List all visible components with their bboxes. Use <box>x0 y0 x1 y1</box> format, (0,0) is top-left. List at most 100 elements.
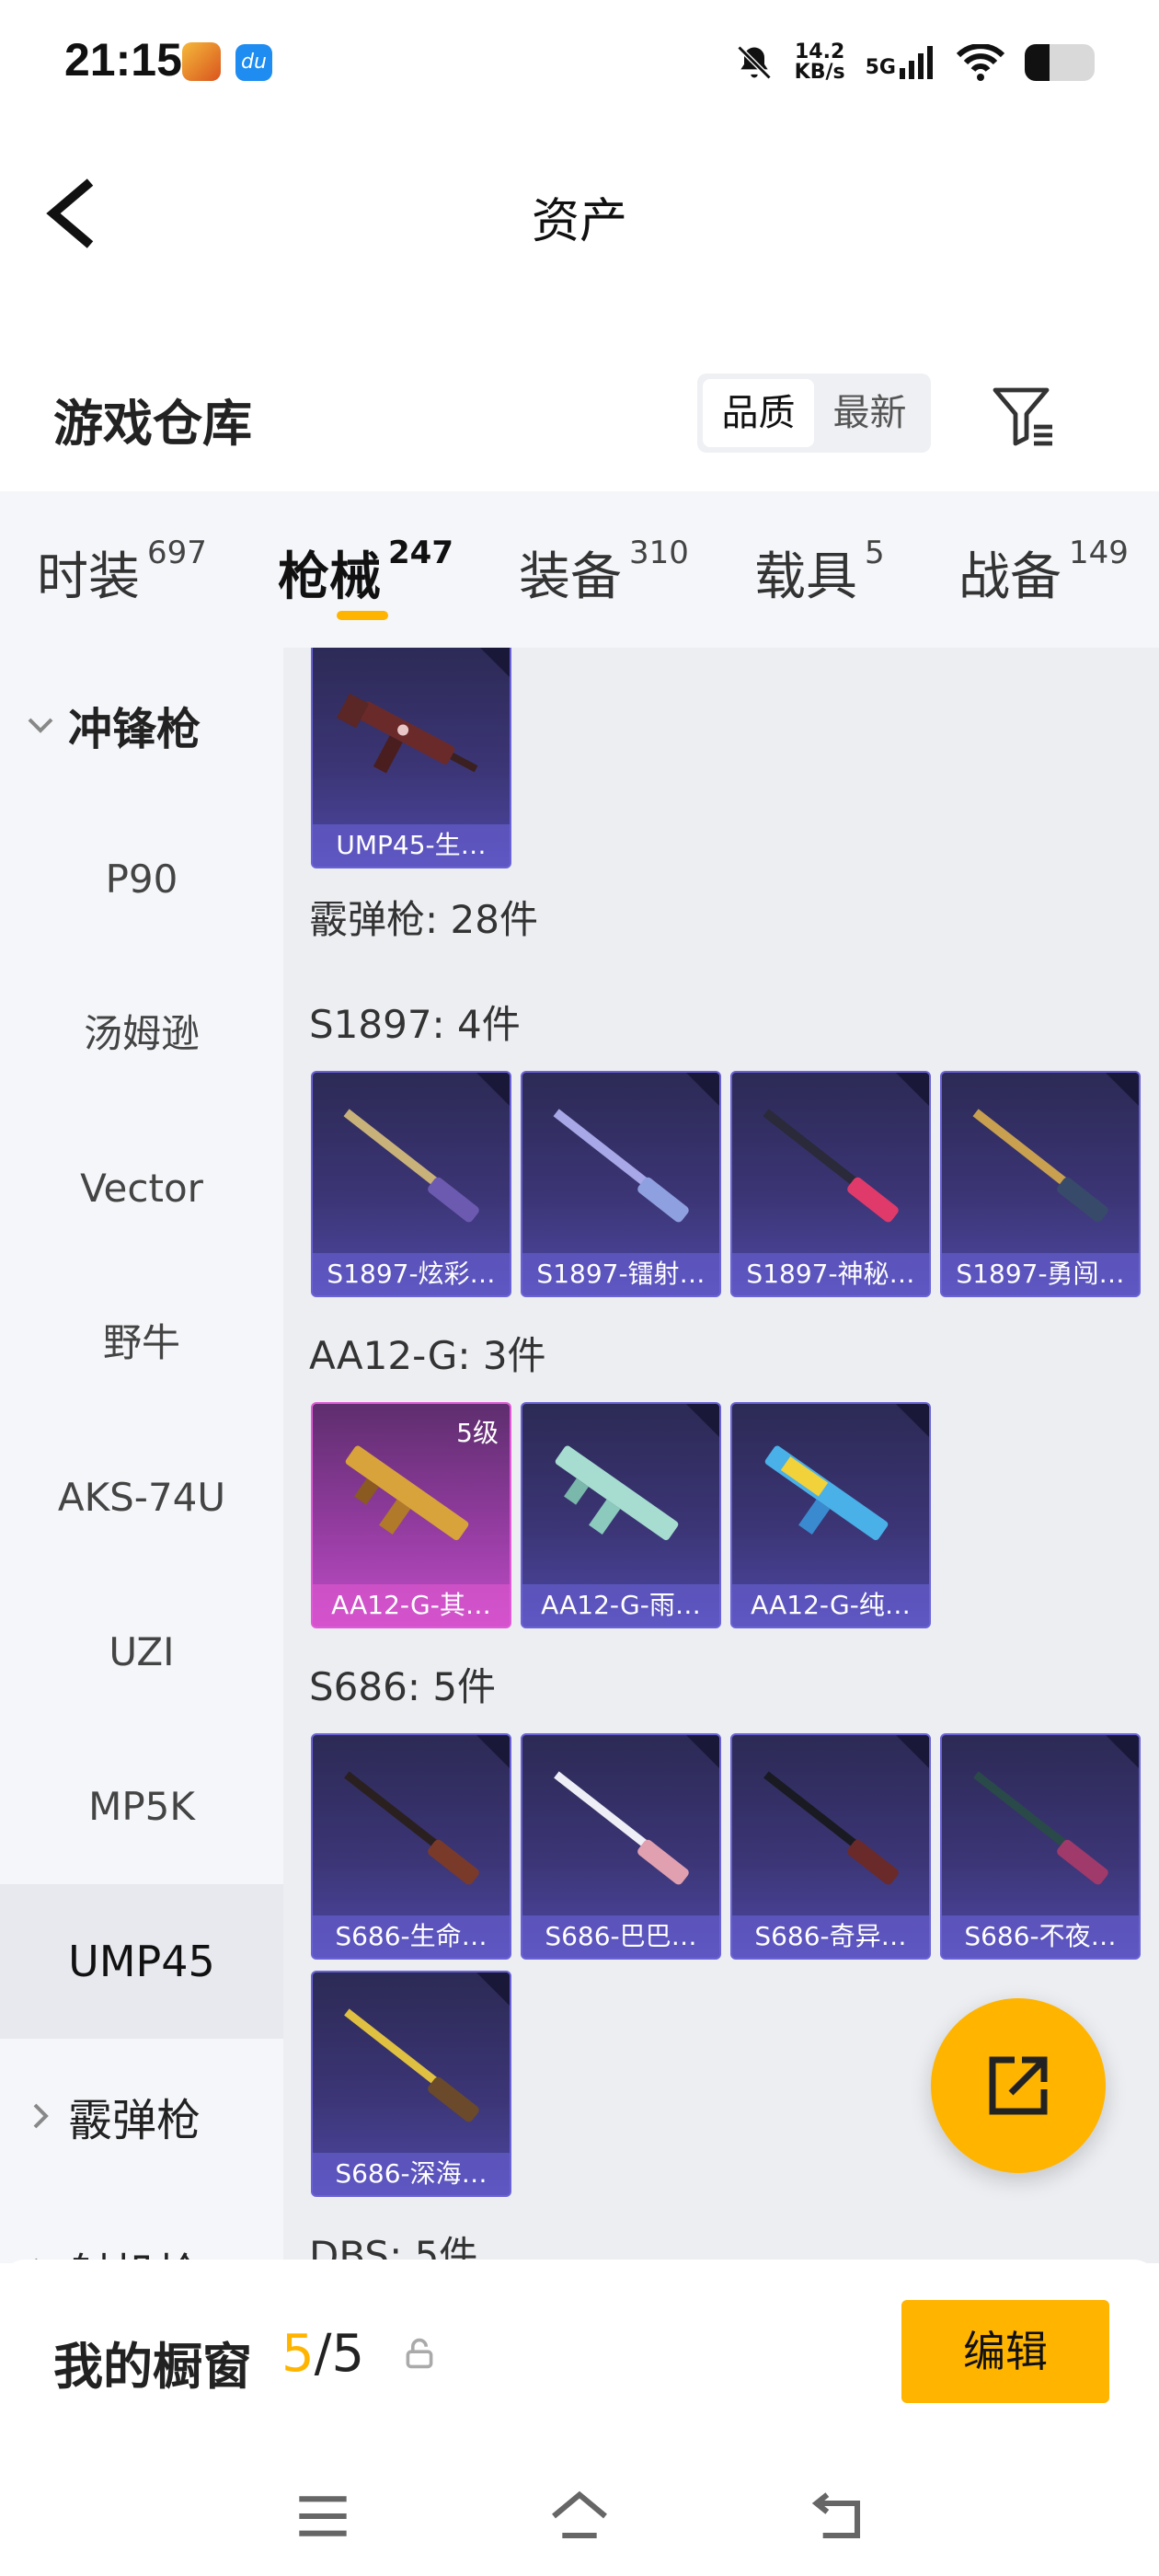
weapon-sidebar: 冲锋枪 P90 汤姆逊 Vector 野牛 AKS-74U UZI MP5K U… <box>0 648 283 2263</box>
wifi-icon <box>957 44 1004 81</box>
shotgun-skin-icon <box>972 1109 1108 1223</box>
section-label-s686: S686: 5件 <box>309 1664 497 1709</box>
showcase-total: /5 <box>314 2324 365 2384</box>
sidebar-item-thompson[interactable]: 汤姆逊 <box>0 957 283 1111</box>
sidebar-group-shotgun[interactable]: 霰弹枪 <box>0 2039 283 2193</box>
skin-card[interactable]: S1897-神秘… <box>730 1071 931 1297</box>
rifle-skin-icon <box>555 1445 679 1541</box>
skin-card[interactable]: S686-深海… <box>311 1971 511 2197</box>
sidebar-group-label: 霰弹枪 <box>68 2095 201 2146</box>
skin-name: AA12-G-纯… <box>732 1584 929 1627</box>
active-tab-indicator <box>337 611 388 620</box>
skin-card[interactable]: S686-巴巴… <box>521 1733 721 1960</box>
share-button[interactable] <box>931 1998 1106 2173</box>
shotgun-skin-icon <box>763 1109 899 1223</box>
skin-card[interactable]: AA12-G-雨… <box>521 1402 721 1628</box>
skin-name: S686-生命… <box>313 1915 510 1958</box>
skin-name: S686-深海… <box>313 2153 510 2195</box>
skin-name: S1897-神秘… <box>732 1253 929 1295</box>
sidebar-item-bizon[interactable]: 野牛 <box>0 1266 283 1420</box>
shotgun-skin-icon <box>553 1109 689 1223</box>
skin-card[interactable]: UMP45-生… <box>311 648 511 868</box>
filter-icon[interactable] <box>990 383 1056 449</box>
net-speed-value: 14.2 <box>795 40 845 63</box>
sidebar-item-uzi[interactable]: UZI <box>0 1575 283 1730</box>
chat-app-icon: du <box>235 44 272 81</box>
tab-count: 149 <box>1069 535 1129 572</box>
section-label-dbs: DBS: 5件 <box>309 2233 478 2263</box>
tab-equipment[interactable]: 装备 310 <box>519 535 689 610</box>
rifle-skin-icon <box>345 1445 469 1541</box>
net-speed: 14.2 KB/s <box>795 42 845 83</box>
signal-group: 5G <box>866 46 936 79</box>
tab-count: 5 <box>865 535 885 572</box>
sidebar-item-ump45[interactable]: UMP45 <box>0 1884 283 2039</box>
sidebar-item-vector[interactable]: Vector <box>0 1111 283 1266</box>
shotgun-skin-icon <box>343 1109 479 1223</box>
status-time: 21:15 <box>64 34 182 86</box>
tab-firearms[interactable]: 枪械 247 <box>278 535 453 610</box>
sidebar-item-aks74u[interactable]: AKS-74U <box>0 1420 283 1575</box>
tab-count: 310 <box>629 535 689 572</box>
sidebar-item-mp5k[interactable]: MP5K <box>0 1730 283 1884</box>
shotgun-skin-icon <box>344 1771 479 1885</box>
back-nav-icon[interactable] <box>806 2484 870 2548</box>
skin-card[interactable]: S686-奇异… <box>730 1733 931 1960</box>
skin-name: S1897-勇闯… <box>942 1253 1139 1295</box>
status-bar: 21:15 du 14.2 KB/s 5G <box>0 0 1159 125</box>
showcase-title: 我的橱窗 <box>53 2338 252 2396</box>
tab-count: 247 <box>388 535 453 572</box>
chevron-down-icon <box>28 718 53 733</box>
skin-name: AA12-G-雨… <box>522 1584 719 1627</box>
status-right-group: 14.2 KB/s 5G <box>734 33 1095 92</box>
skin-name: S1897-炫彩… <box>313 1253 510 1295</box>
sort-toggle: 品质 最新 <box>697 374 931 453</box>
skin-card[interactable]: S686-不夜… <box>940 1733 1141 1960</box>
skin-name: S1897-镭射… <box>522 1253 719 1295</box>
sidebar-item-p90[interactable]: P90 <box>0 802 283 957</box>
edit-button[interactable]: 编辑 <box>901 2300 1109 2403</box>
sort-quality-button[interactable]: 品质 <box>703 379 814 447</box>
warehouse-title: 游戏仓库 <box>53 395 252 453</box>
showcase-count: 5/5 <box>281 2324 364 2384</box>
skin-name: S686-不夜… <box>942 1915 1139 1958</box>
skin-name: S686-巴巴… <box>522 1915 719 1958</box>
warehouse-header: 游戏仓库 品质 最新 <box>0 350 1159 478</box>
skin-card[interactable]: AA12-G-纯… <box>730 1402 931 1628</box>
mute-bell-icon <box>737 45 772 80</box>
net-speed-unit: KB/s <box>794 61 845 84</box>
sidebar-group-next[interactable]: 射机枪 <box>0 2193 283 2263</box>
tab-vehicles[interactable]: 载具 5 <box>754 535 885 610</box>
battery-level <box>1025 44 1050 81</box>
game-app-icon <box>182 42 221 81</box>
tab-label: 时装 <box>37 547 140 607</box>
signal-icon <box>900 46 933 79</box>
showcase-current: 5 <box>281 2324 315 2384</box>
tab-supplies[interactable]: 战备 149 <box>958 535 1129 610</box>
skin-card[interactable]: S1897-炫彩… <box>311 1071 511 1297</box>
sort-latest-button[interactable]: 最新 <box>814 379 925 447</box>
shotgun-skin-icon <box>763 1771 899 1885</box>
battery-icon <box>1025 44 1095 81</box>
shotgun-skin-icon <box>344 2008 479 2122</box>
section-label-s1897: S1897: 4件 <box>309 1002 521 1047</box>
smg-skin-icon <box>336 693 478 774</box>
skin-card[interactable]: S1897-勇闯… <box>940 1071 1141 1297</box>
system-nav-bar <box>0 2456 1159 2576</box>
shotgun-skin-icon <box>554 1771 689 1885</box>
share-icon <box>989 2056 1048 2115</box>
skin-card[interactable]: S1897-镭射… <box>521 1071 721 1297</box>
sidebar-group-label: 冲锋枪 <box>68 704 201 755</box>
skin-card[interactable]: S686-生命… <box>311 1733 511 1960</box>
tab-fashion[interactable]: 时装 697 <box>37 535 207 610</box>
shotgun-total-label: 霰弹枪: 28件 <box>309 897 538 942</box>
skin-name: UMP45-生… <box>313 824 510 867</box>
skin-card[interactable]: 5级 AA12-G-其… <box>311 1402 511 1628</box>
tab-label: 载具 <box>754 547 857 607</box>
skin-name: AA12-G-其… <box>313 1584 510 1627</box>
shotgun-skin-icon <box>973 1771 1108 1885</box>
menu-icon[interactable] <box>291 2484 355 2548</box>
sidebar-group-smg[interactable]: 冲锋枪 <box>0 648 283 802</box>
rifle-skin-icon <box>764 1445 889 1541</box>
home-icon[interactable] <box>547 2484 612 2548</box>
